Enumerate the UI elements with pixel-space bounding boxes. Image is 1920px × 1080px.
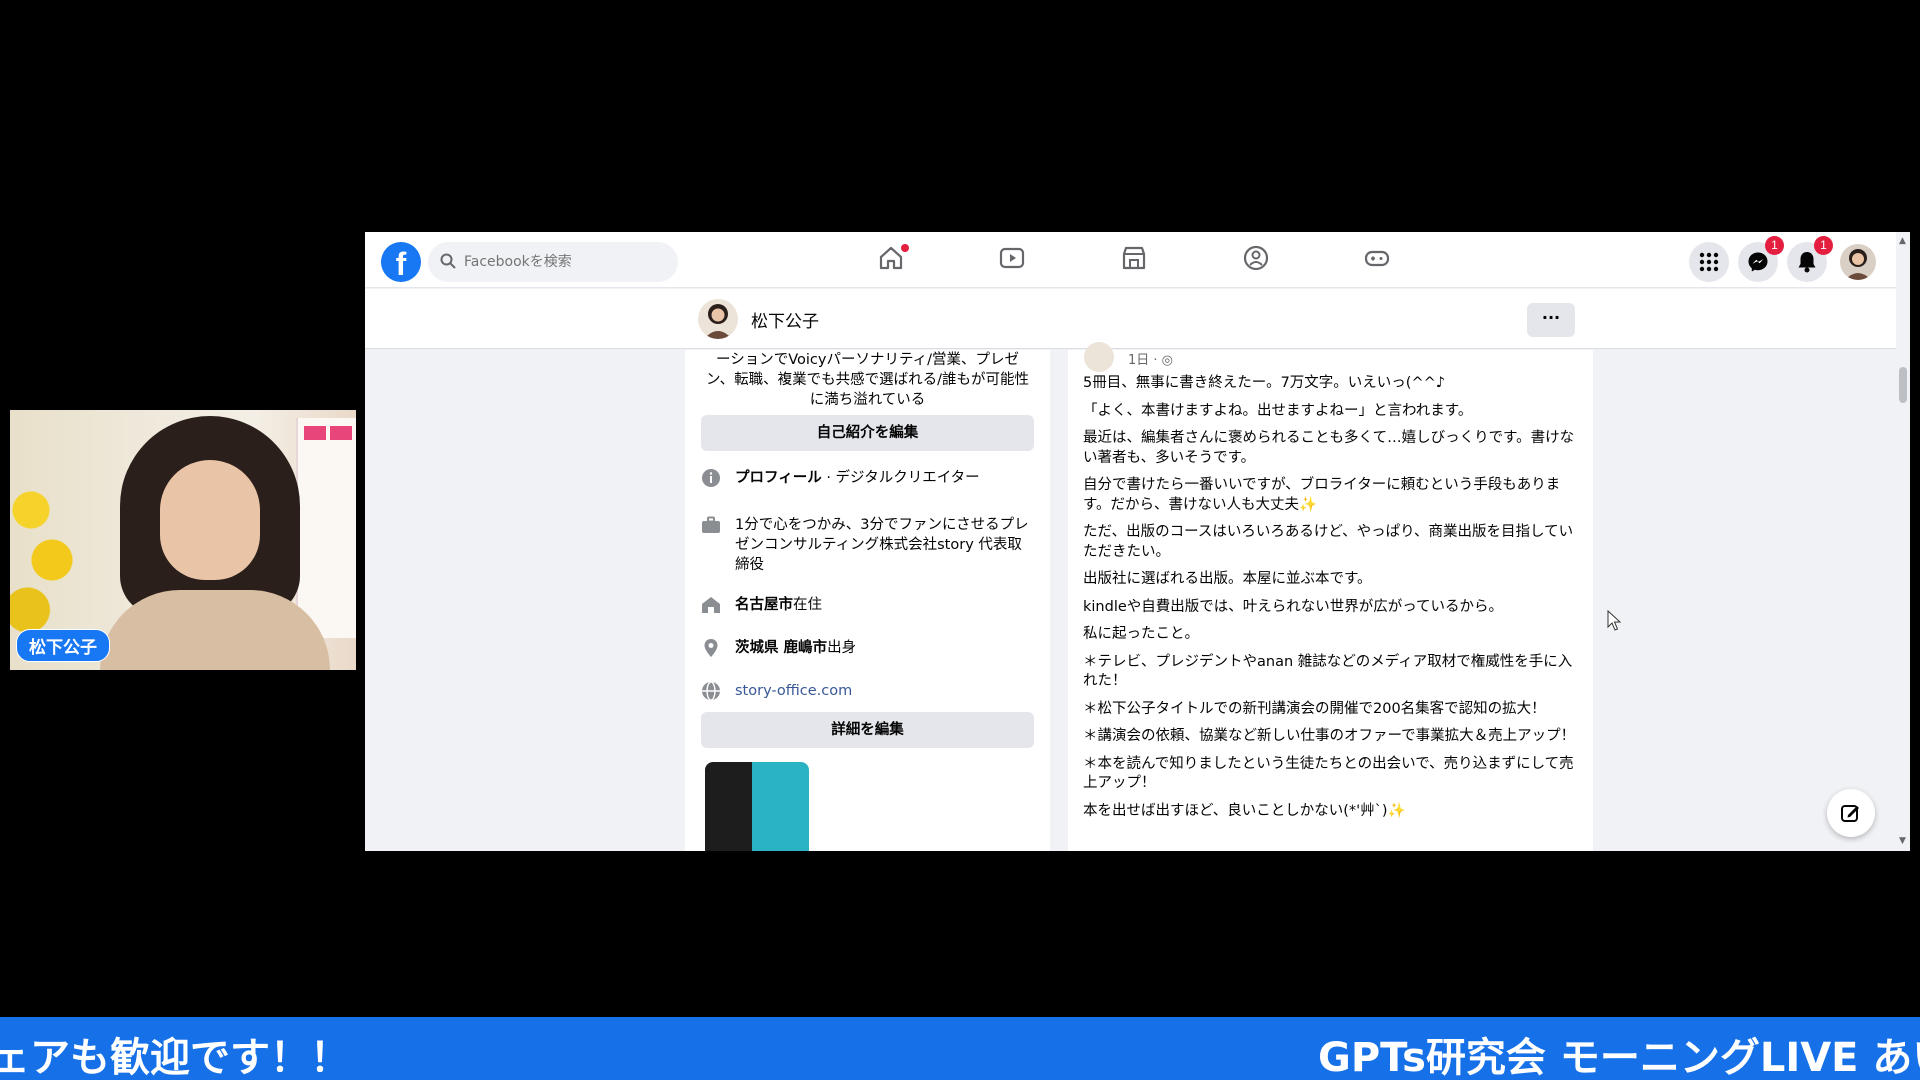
- messenger-button[interactable]: 1: [1738, 236, 1784, 282]
- post-card: 1日 · ◎ 5冊目、無事に書き終えたー。7万文字。いえいっ(^^♪ 「よく、本…: [1068, 342, 1593, 851]
- grid-menu-icon: [1699, 252, 1719, 272]
- profile-sticky-header: 松下公子 ···: [365, 289, 1910, 349]
- nav-gaming[interactable]: [1363, 244, 1395, 276]
- search-input[interactable]: [464, 242, 669, 282]
- page-scrollbar[interactable]: ▲ ▼: [1896, 232, 1910, 851]
- compose-icon: [1841, 805, 1859, 822]
- profile-avatar-image: [704, 304, 732, 339]
- presenter-name-tag: 松下公子: [16, 629, 110, 662]
- profile-category-label: プロフィール: [735, 470, 822, 486]
- current-city-name[interactable]: 名古屋市: [735, 597, 793, 613]
- post-timestamp[interactable]: 1日 · ◎: [1128, 349, 1173, 368]
- briefcase-icon: [702, 516, 720, 533]
- mouse-cursor: [1607, 609, 1623, 636]
- location-pin-icon: [704, 639, 718, 657]
- post-paragraph: 自分で書けたら一番いいですが、ブロライターに頼むという手段もあります。だから、書…: [1083, 477, 1561, 513]
- top-navigation-bar: f 1: [365, 232, 1910, 288]
- info-icon: [702, 469, 720, 487]
- nav-groups[interactable]: [1242, 244, 1274, 276]
- video-icon: [999, 247, 1025, 269]
- edit-bio-button[interactable]: 自己紹介を編集: [701, 415, 1034, 451]
- website-link[interactable]: story-office.com: [735, 681, 1035, 701]
- featured-photo[interactable]: [705, 762, 809, 851]
- profile-name[interactable]: 松下公子: [751, 307, 819, 332]
- messenger-icon: [1748, 252, 1768, 272]
- bell-icon: [1798, 252, 1816, 273]
- edit-details-button[interactable]: 詳細を編集: [701, 712, 1034, 748]
- compose-message-button[interactable]: [1827, 789, 1875, 837]
- menu-button[interactable]: [1689, 242, 1729, 282]
- post-paragraph: ＊講演会の依頼、協業など新しい仕事のオファーで事業拡大＆売上アップ！: [1083, 728, 1576, 744]
- hometown-name[interactable]: 茨城県 鹿嶋市: [735, 640, 827, 656]
- profile-avatar[interactable]: [698, 299, 738, 339]
- notifications-button[interactable]: 1: [1787, 236, 1833, 282]
- post-paragraph: 出版社に選ばれる出版。本屋に並ぶ本です。: [1083, 571, 1372, 587]
- post-paragraph: 5冊目、無事に書き終えたー。7万文字。いえいっ(^^♪: [1083, 375, 1446, 391]
- notifications-badge: 1: [1814, 236, 1833, 255]
- post-paragraph: 私に起ったこと。: [1083, 626, 1199, 642]
- house-icon: [702, 597, 720, 613]
- post-paragraph: ＊テレビ、プレジデントやanan 雑誌などのメディア取材で権威性を手に入れた！: [1083, 653, 1573, 690]
- work-text: 1分で心をつかみ、3分でファンにさせるプレゼンコンサルティング株式会社story…: [735, 517, 1029, 573]
- bio-text: ーションでVoicyパーソナリティ/営業、プレゼン、転職、複業でも共感で選ばれる…: [705, 352, 1029, 408]
- ticker-text-right: GPTs研究会 モーニングLIVE あい: [1318, 1035, 1920, 1080]
- scroll-thumb[interactable]: [1899, 367, 1907, 403]
- webcam-feed: 松下公子: [10, 410, 356, 670]
- gaming-icon: [1364, 250, 1390, 267]
- groups-icon: [1243, 245, 1269, 271]
- nav-home[interactable]: [877, 244, 909, 276]
- marketplace-icon: [1122, 246, 1146, 270]
- post-paragraph: 「よく、本書けますよね。出せますよねー」と言われます。: [1083, 402, 1473, 419]
- post-paragraph: ＊松下公子タイトルでの新刊講演会の開催で200名集客で認知の拡大！: [1083, 700, 1546, 717]
- nav-marketplace[interactable]: [1120, 244, 1152, 276]
- post-paragraph: 最近は、編集者さんに褒められることも多くて…嬉しびっくりです。書けない著者も、多…: [1083, 430, 1575, 466]
- globe-icon: [702, 681, 720, 701]
- more-options-button[interactable]: ···: [1527, 303, 1575, 337]
- profile-category-value: · デジタルクリエイター: [821, 470, 980, 486]
- ticker-text-left: ェアも歓迎です！！: [0, 1035, 350, 1080]
- post-author-avatar[interactable]: [1084, 342, 1114, 372]
- ticker-banner: ェアも歓迎です！！ GPTs研究会 モーニングLIVE あい: [0, 1017, 1920, 1080]
- post-paragraph: ＊本を読んで知りましたという生徒たちとの出会いで、売り込まずにして売上アップ！: [1083, 755, 1574, 792]
- avatar-image: [1845, 249, 1871, 280]
- home-notification-dot: [901, 244, 909, 252]
- post-paragraph: 本を出せば出すほど、良いことしかない(*'艸`)✨: [1083, 802, 1406, 819]
- search-icon: [440, 253, 456, 269]
- nav-video[interactable]: [998, 244, 1030, 276]
- cursor-arrow-icon: [1607, 609, 1622, 631]
- post-paragraph: ただ、出版のコースはいろいろあるけど、やっぱり、商業出版を目指していただきたい。: [1083, 524, 1574, 560]
- intro-card: ーションでVoicyパーソナリティ/営業、プレゼン、転職、複業でも共感で選ばれる…: [685, 350, 1050, 851]
- scroll-up-arrow-icon[interactable]: ▲: [1899, 236, 1906, 246]
- post-paragraph: kindleや自費出版では、叶えられない世界が広がっているから。: [1083, 598, 1504, 615]
- post-body: 5冊目、無事に書き終えたー。7万文字。いえいっ(^^♪ 「よく、本書けますよね。…: [1083, 374, 1578, 829]
- messenger-badge: 1: [1765, 236, 1784, 255]
- scroll-down-arrow-icon[interactable]: ▼: [1899, 836, 1906, 846]
- facebook-window: f 1: [365, 232, 1910, 851]
- search-box[interactable]: [428, 242, 678, 282]
- account-avatar[interactable]: [1840, 244, 1876, 280]
- facebook-logo[interactable]: f: [381, 242, 421, 282]
- presenter-video: [100, 410, 330, 670]
